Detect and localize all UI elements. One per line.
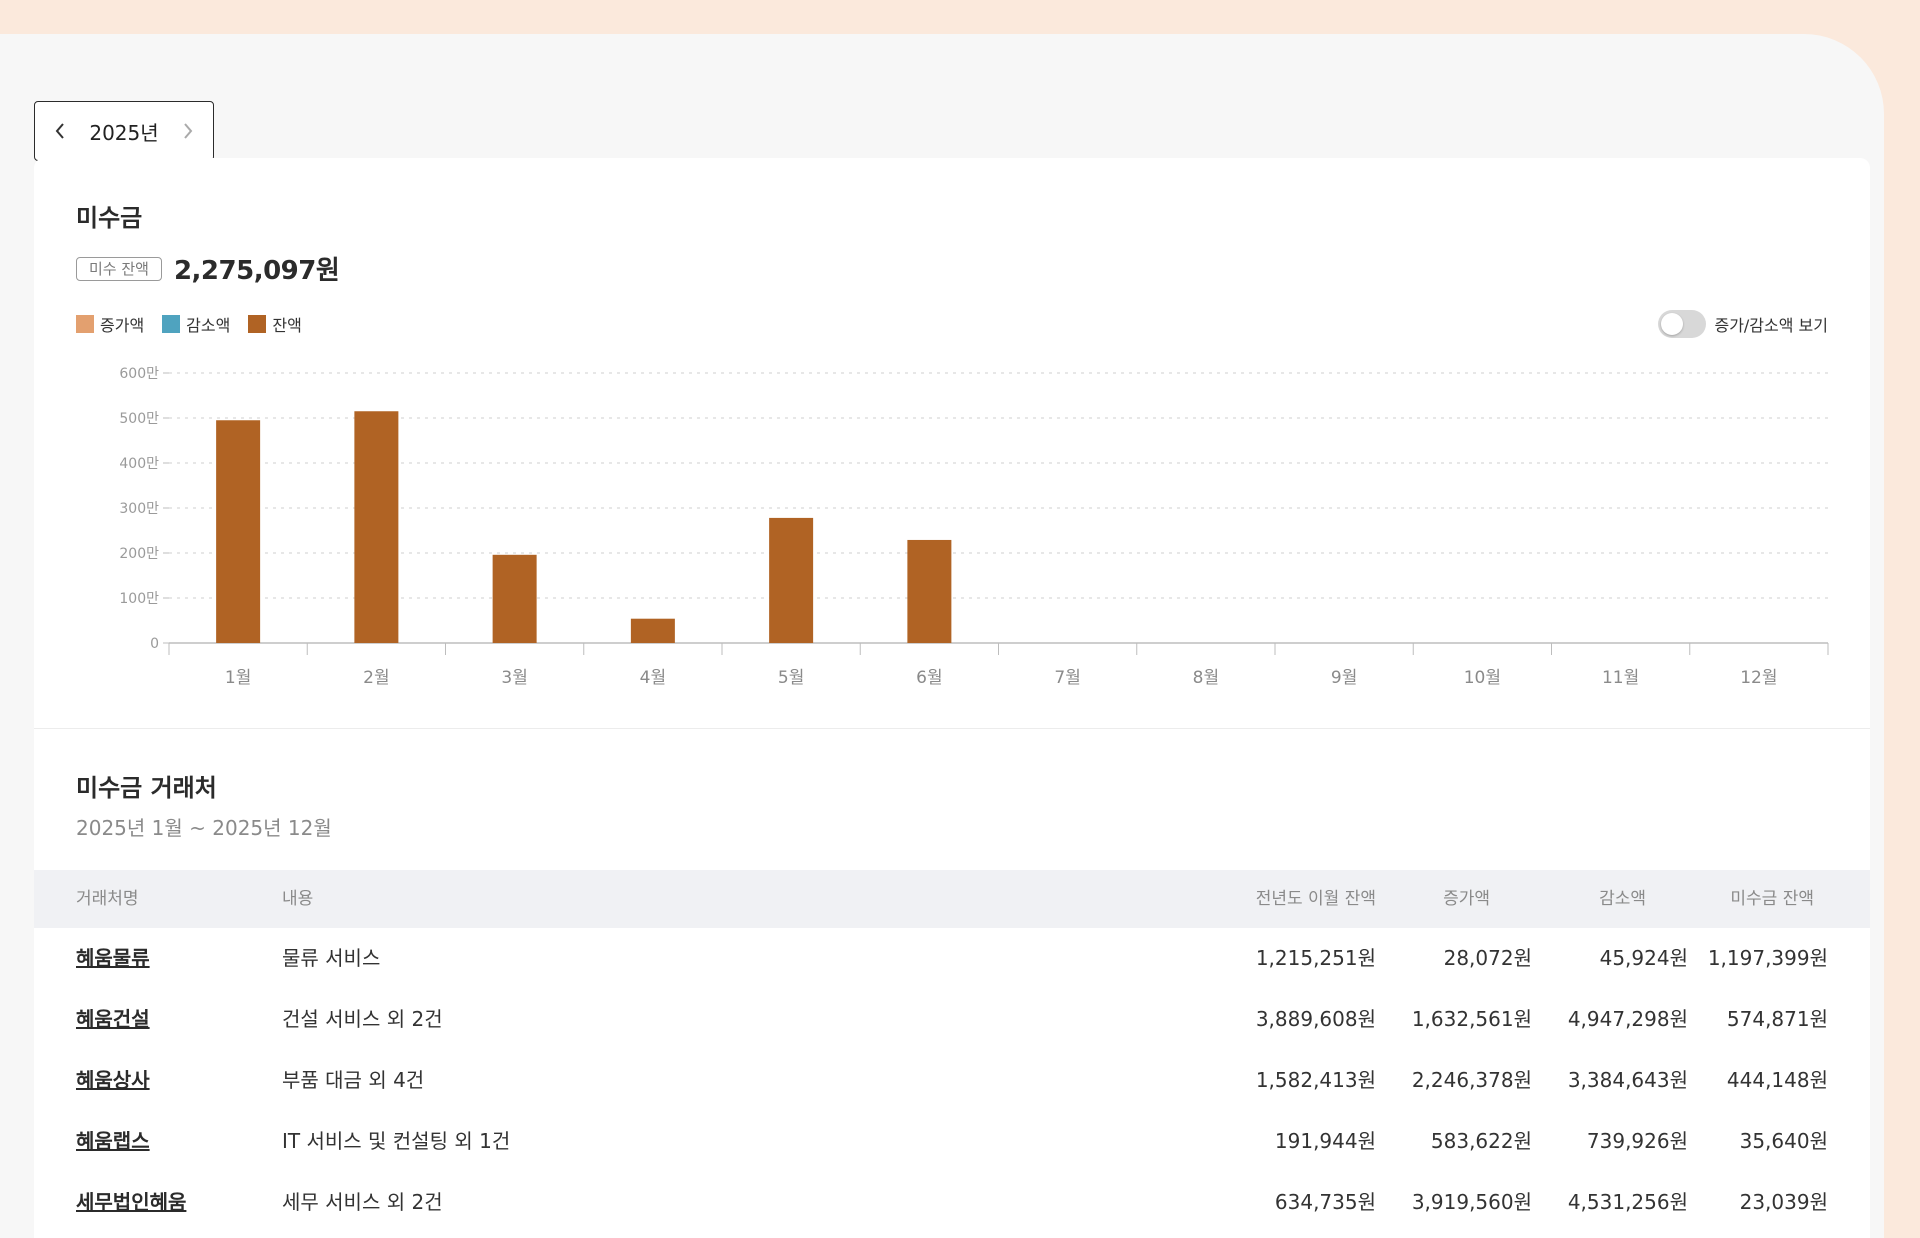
legend-swatch xyxy=(76,315,94,333)
x-tick-label: 1월 xyxy=(225,668,251,688)
balance-cell: 444,148원 xyxy=(1726,1068,1828,1092)
x-tick-label: 9월 xyxy=(1331,668,1357,688)
header-content: 내용 xyxy=(282,889,314,909)
balance-cell: 1,197,399원 xyxy=(1707,946,1828,970)
bar-4월 xyxy=(630,618,675,643)
x-tick-label: 6월 xyxy=(916,668,942,688)
header-increase: 증가액 xyxy=(1443,889,1490,909)
table-row: 세무법인혜움 세무 서비스 외 2건 634,735원 3,919,560원 4,531… xyxy=(34,1172,1870,1233)
legend-label: 증가액 xyxy=(100,316,145,335)
client-name-link[interactable]: 혜움건설 xyxy=(76,989,150,1050)
change-toggle[interactable] xyxy=(1658,310,1707,338)
x-tick-label: 4월 xyxy=(640,668,666,688)
x-tick-label: 10월 xyxy=(1464,668,1501,688)
balance-cell: 35,640원 xyxy=(1739,1129,1828,1153)
legend-swatch xyxy=(162,315,181,333)
balance-bar-chart: 0 100만 200만 300만 400만 500만 600만 1월 2월 3월 4월 5월 6월 7월 8… xyxy=(119,366,1829,688)
prev-balance-cell: 191,944원 xyxy=(1274,1129,1376,1153)
increase-cell: 1,632,561원 xyxy=(1411,1007,1532,1031)
bar-5월 xyxy=(769,517,814,643)
legend-label: 감소액 xyxy=(186,316,231,335)
decrease-cell: 739,926원 xyxy=(1586,1129,1688,1153)
x-tick-label: 12월 xyxy=(1740,668,1777,688)
table-header: 거래처명 내용 전년도 이월 잔액 증가액 감소액 미수금 잔액 xyxy=(34,870,1870,928)
chevron-right-icon xyxy=(183,123,192,139)
table-title: 미수금 거래처 xyxy=(76,774,217,802)
x-tick-label: 11월 xyxy=(1602,668,1639,688)
client-name-link[interactable]: 세무법인혜움 xyxy=(76,1172,186,1233)
decrease-cell: 45,924원 xyxy=(1599,946,1688,970)
content-cell: 물류 서비스 xyxy=(282,946,381,970)
balance-row: 미수 잔액 2,275,097원 xyxy=(76,250,340,287)
legend-swatch xyxy=(248,315,267,333)
table-row: 혜움상사 부품 대금 외 4건 1,582,413원 2,246,378원 3,384,… xyxy=(34,1050,1870,1111)
x-tick-label: 8월 xyxy=(1193,668,1219,688)
legend-item-balance: 잔액 xyxy=(248,312,302,336)
chart-legend: 증가액 감소액 잔액 xyxy=(76,312,302,336)
decrease-cell: 3,384,643원 xyxy=(1567,1068,1688,1092)
x-tick-label: 5월 xyxy=(778,668,804,688)
header-decrease: 감소액 xyxy=(1599,889,1646,909)
chevron-left-icon xyxy=(56,123,65,139)
decrease-cell: 4,947,298원 xyxy=(1567,1007,1688,1031)
content-cell: 부품 대금 외 4건 xyxy=(282,1068,425,1092)
increase-cell: 28,072원 xyxy=(1443,946,1532,970)
x-tick-label: 2월 xyxy=(363,668,389,688)
prev-balance-cell: 1,215,251원 xyxy=(1255,946,1376,970)
increase-cell: 2,246,378원 xyxy=(1411,1068,1532,1092)
table-row: 혜움랩스 IT 서비스 및 컨설팅 외 1건 191,944원 583,622원 739… xyxy=(34,1111,1870,1172)
toggle-knob xyxy=(1661,313,1684,335)
header-prev-balance: 전년도 이월 잔액 xyxy=(1255,889,1376,909)
table-row: 혜움물류 물류 서비스 1,215,251원 28,072원 45,924원 1,197,… xyxy=(34,928,1870,989)
content-cell: 세무 서비스 외 2건 xyxy=(282,1190,443,1214)
balance-cell: 23,039원 xyxy=(1739,1190,1828,1214)
year-label: 2025년 xyxy=(89,120,159,145)
client-name-link[interactable]: 혜움상사 xyxy=(76,1050,150,1111)
increase-cell: 3,919,560원 xyxy=(1411,1190,1532,1214)
bar-6월 xyxy=(907,539,952,643)
legend-item-decrease: 감소액 xyxy=(162,312,230,336)
header-client: 거래처명 xyxy=(76,889,139,909)
table-row: 혜움건설 건설 서비스 외 2건 3,889,608원 1,632,561원 4,947… xyxy=(34,989,1870,1050)
prev-year-button[interactable] xyxy=(47,118,73,144)
y-tick-label: 0 xyxy=(150,636,159,652)
client-name-link[interactable]: 혜움랩스 xyxy=(76,1111,150,1172)
balance-cell: 574,871원 xyxy=(1726,1007,1828,1031)
balance-badge: 미수 잔액 xyxy=(76,256,162,281)
prev-balance-cell: 1,582,413원 xyxy=(1255,1068,1376,1092)
header-balance: 미수금 잔액 xyxy=(1730,889,1814,909)
prev-balance-cell: 3,889,608원 xyxy=(1255,1007,1376,1031)
content-cell: 건설 서비스 외 2건 xyxy=(282,1007,443,1031)
legend-item-increase: 증가액 xyxy=(76,312,144,336)
prev-balance-cell: 634,735원 xyxy=(1274,1190,1376,1214)
table-period: 2025년 1월 ~ 2025년 12월 xyxy=(76,816,332,840)
bar-1월 xyxy=(216,420,261,643)
year-selector: 2025년 xyxy=(34,101,214,161)
balance-amount: 2,275,097원 xyxy=(173,256,340,286)
content-cell: IT 서비스 및 컨설팅 외 1건 xyxy=(282,1129,511,1153)
y-tick-label: 300만 xyxy=(119,501,159,517)
toggle-label: 증가/감소액 보기 xyxy=(1714,316,1828,335)
x-tick-label: 3월 xyxy=(501,668,527,688)
x-tick-label: 7월 xyxy=(1054,668,1080,688)
section-divider xyxy=(34,728,1870,729)
bar-3월 xyxy=(492,554,537,643)
legend-label: 잔액 xyxy=(272,316,302,335)
y-tick-label: 600만 xyxy=(119,366,159,382)
y-tick-label: 200만 xyxy=(119,546,159,562)
y-tick-label: 500만 xyxy=(119,411,159,427)
next-year-button[interactable] xyxy=(175,118,201,144)
increase-cell: 583,622원 xyxy=(1430,1129,1532,1153)
decrease-cell: 4,531,256원 xyxy=(1567,1190,1688,1214)
client-name-link[interactable]: 혜움물류 xyxy=(76,928,150,989)
section-title: 미수금 xyxy=(76,204,143,232)
y-tick-label: 400만 xyxy=(119,456,159,472)
bar-2월 xyxy=(354,411,399,643)
y-tick-label: 100만 xyxy=(119,591,159,607)
change-toggle-group: 증가/감소액 보기 xyxy=(1658,310,1828,338)
